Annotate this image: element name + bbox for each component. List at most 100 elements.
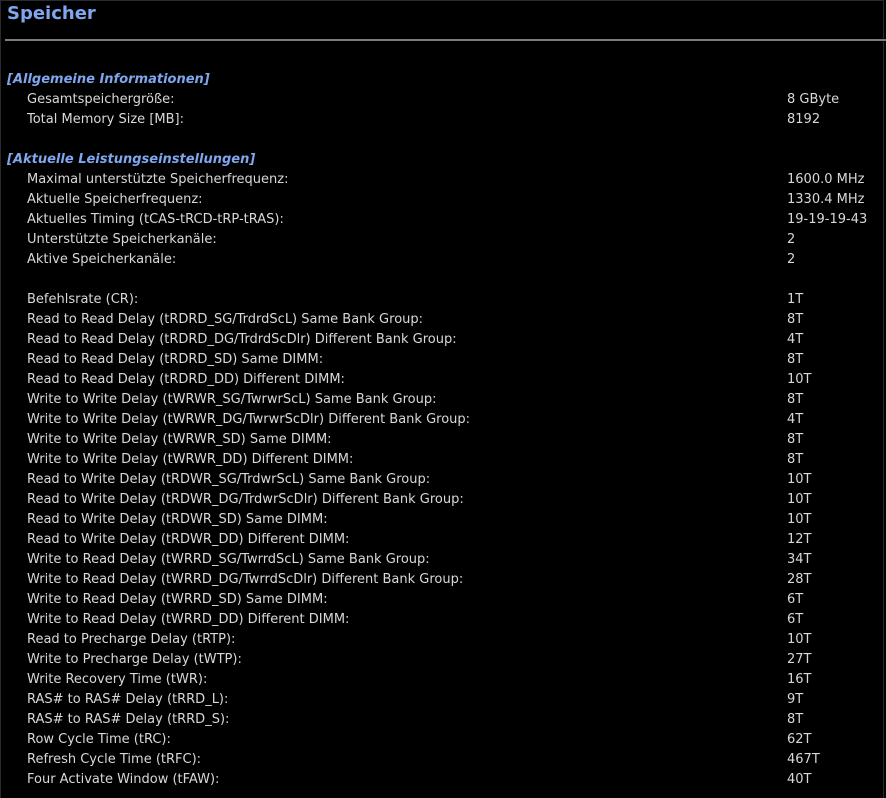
info-value: 1600.0 MHz xyxy=(787,172,865,187)
timing-value: 28T xyxy=(787,572,812,587)
info-row: Unterstützte Speicherkanäle: 2 xyxy=(0,230,886,250)
info-value: 1330.4 MHz xyxy=(787,192,865,207)
timing-value: 16T xyxy=(787,672,812,687)
timing-label: Write to Read Delay (tWRRD_SG/TwrrdScL) … xyxy=(27,552,430,567)
timing-row: Write to Read Delay (tWRRD_SD) Same DIMM… xyxy=(0,590,886,610)
timing-label: Write to Write Delay (tWRWR_DD) Differen… xyxy=(27,452,354,467)
timing-value: 62T xyxy=(787,732,812,747)
timing-value: 12T xyxy=(787,532,812,547)
timing-label: Write to Precharge Delay (tWTP): xyxy=(27,652,242,667)
timing-row: Write to Read Delay (tWRRD_DG/TwrrdScDlr… xyxy=(0,570,886,590)
timing-row: Write Recovery Time (tWR): 16T xyxy=(0,670,886,690)
info-label: Gesamtspeichergröße: xyxy=(27,92,175,107)
memory-info-panel: [Allgemeine Informationen] Gesamtspeiche… xyxy=(0,70,886,790)
timing-row: Read to Write Delay (tRDWR_DD) Different… xyxy=(0,530,886,550)
timing-value: 10T xyxy=(787,472,812,487)
timing-row: Refresh Cycle Time (tRFC): 467T xyxy=(0,750,886,770)
timing-label: Read to Write Delay (tRDWR_DG/TrdwrScDlr… xyxy=(27,492,464,507)
timing-row: Read to Read Delay (tRDRD_DD) Different … xyxy=(0,370,886,390)
timing-value: 9T xyxy=(787,692,804,707)
timing-label: Write to Read Delay (tWRRD_SD) Same DIMM… xyxy=(27,592,328,607)
timing-row: Read to Read Delay (tRDRD_SD) Same DIMM:… xyxy=(0,350,886,370)
timing-label: Read to Read Delay (tRDRD_DD) Different … xyxy=(27,372,345,387)
timing-row: Read to Write Delay (tRDWR_SG/TrdwrScL) … xyxy=(0,470,886,490)
timing-value: 8T xyxy=(787,432,804,447)
timing-label: Read to Write Delay (tRDWR_DD) Different… xyxy=(27,532,350,547)
timing-value: 8T xyxy=(787,452,804,467)
info-value: 8192 xyxy=(787,112,821,127)
timing-label: Row Cycle Time (tRC): xyxy=(27,732,171,747)
info-label: Unterstützte Speicherkanäle: xyxy=(27,232,217,247)
timing-row: Read to Write Delay (tRDWR_DG/TrdwrScDlr… xyxy=(0,490,886,510)
timing-row: Write to Write Delay (tWRWR_DG/TwrwrScDl… xyxy=(0,410,886,430)
timing-label: RAS# to RAS# Delay (tRRD_L): xyxy=(27,692,229,707)
timing-row: RAS# to RAS# Delay (tRRD_S): 8T xyxy=(0,710,886,730)
timing-row: Write to Write Delay (tWRWR_DD) Differen… xyxy=(0,450,886,470)
section-header-performance: [Aktuelle Leistungseinstellungen] xyxy=(7,152,256,167)
info-row: Aktive Speicherkanäle: 2 xyxy=(0,250,886,270)
timing-value: 4T xyxy=(787,332,804,347)
timing-label: Write Recovery Time (tWR): xyxy=(27,672,208,687)
timing-value: 10T xyxy=(787,372,812,387)
timing-value: 6T xyxy=(787,592,804,607)
timing-value: 8T xyxy=(787,352,804,367)
timing-row: Read to Read Delay (tRDRD_DG/TrdrdScDlr)… xyxy=(0,330,886,350)
timing-value: 8T xyxy=(787,712,804,727)
timing-label: Read to Read Delay (tRDRD_SD) Same DIMM: xyxy=(27,352,324,367)
timing-value: 34T xyxy=(787,552,812,567)
timing-row: Read to Write Delay (tRDWR_SD) Same DIMM… xyxy=(0,510,886,530)
info-row: Aktuelles Timing (tCAS-tRCD-tRP-tRAS): 1… xyxy=(0,210,886,230)
page-title: Speicher xyxy=(7,3,96,24)
timing-value: 1T xyxy=(787,292,804,307)
info-label: Total Memory Size [MB]: xyxy=(27,112,184,127)
timing-label: Write to Write Delay (tWRWR_SG/TwrwrScL)… xyxy=(27,392,437,407)
timing-label: Read to Read Delay (tRDRD_DG/TrdrdScDlr)… xyxy=(27,332,457,347)
timing-label: Befehlsrate (CR): xyxy=(27,292,139,307)
timing-row: Write to Write Delay (tWRWR_SD) Same DIM… xyxy=(0,430,886,450)
info-label: Maximal unterstützte Speicherfrequenz: xyxy=(27,172,289,187)
info-row: Maximal unterstützte Speicherfrequenz: 1… xyxy=(0,170,886,190)
timing-value: 8T xyxy=(787,392,804,407)
timing-value: 10T xyxy=(787,512,812,527)
timing-label: RAS# to RAS# Delay (tRRD_S): xyxy=(27,712,230,727)
timing-value: 27T xyxy=(787,652,812,667)
timing-label: Four Activate Window (tFAW): xyxy=(27,772,220,787)
timing-label: Read to Read Delay (tRDRD_SG/TrdrdScL) S… xyxy=(27,312,424,327)
section-header-general: [Allgemeine Informationen] xyxy=(7,72,210,87)
info-value: 2 xyxy=(787,232,796,247)
timing-row: Befehlsrate (CR): 1T xyxy=(0,290,886,310)
timing-row: Write to Precharge Delay (tWTP): 27T xyxy=(0,650,886,670)
info-value: 2 xyxy=(787,252,796,267)
timing-row: Write to Write Delay (tWRWR_SG/TwrwrScL)… xyxy=(0,390,886,410)
timing-row: RAS# to RAS# Delay (tRRD_L): 9T xyxy=(0,690,886,710)
timing-value: 4T xyxy=(787,412,804,427)
timing-value: 10T xyxy=(787,492,812,507)
timing-label: Refresh Cycle Time (tRFC): xyxy=(27,752,202,767)
info-value: 8 GByte xyxy=(787,92,840,107)
timing-row: Write to Read Delay (tWRRD_DD) Different… xyxy=(0,610,886,630)
info-row: Total Memory Size [MB]: 8192 xyxy=(0,110,886,130)
timing-value: 8T xyxy=(787,312,804,327)
timing-label: Read to Write Delay (tRDWR_SG/TrdwrScL) … xyxy=(27,472,431,487)
timing-value: 467T xyxy=(787,752,820,767)
timing-value: 40T xyxy=(787,772,812,787)
timing-label: Write to Write Delay (tWRWR_DG/TwrwrScDl… xyxy=(27,412,471,427)
timing-row: Read to Read Delay (tRDRD_SG/TrdrdScL) S… xyxy=(0,310,886,330)
title-divider xyxy=(5,39,886,41)
timing-label: Read to Write Delay (tRDWR_SD) Same DIMM… xyxy=(27,512,328,527)
timing-label: Write to Read Delay (tWRRD_DG/TwrrdScDlr… xyxy=(27,572,464,587)
timing-row: Four Activate Window (tFAW): 40T xyxy=(0,770,886,790)
timing-row: Write to Read Delay (tWRRD_SG/TwrrdScL) … xyxy=(0,550,886,570)
timing-label: Write to Read Delay (tWRRD_DD) Different… xyxy=(27,612,350,627)
info-label: Aktive Speicherkanäle: xyxy=(27,252,177,267)
timing-row: Row Cycle Time (tRC): 62T xyxy=(0,730,886,750)
timing-label: Read to Precharge Delay (tRTP): xyxy=(27,632,236,647)
timing-value: 6T xyxy=(787,612,804,627)
timing-row: Read to Precharge Delay (tRTP): 10T xyxy=(0,630,886,650)
timing-value: 10T xyxy=(787,632,812,647)
info-label: Aktuelle Speicherfrequenz: xyxy=(27,192,203,207)
timing-label: Write to Write Delay (tWRWR_SD) Same DIM… xyxy=(27,432,332,447)
info-row: Gesamtspeichergröße: 8 GByte xyxy=(0,90,886,110)
